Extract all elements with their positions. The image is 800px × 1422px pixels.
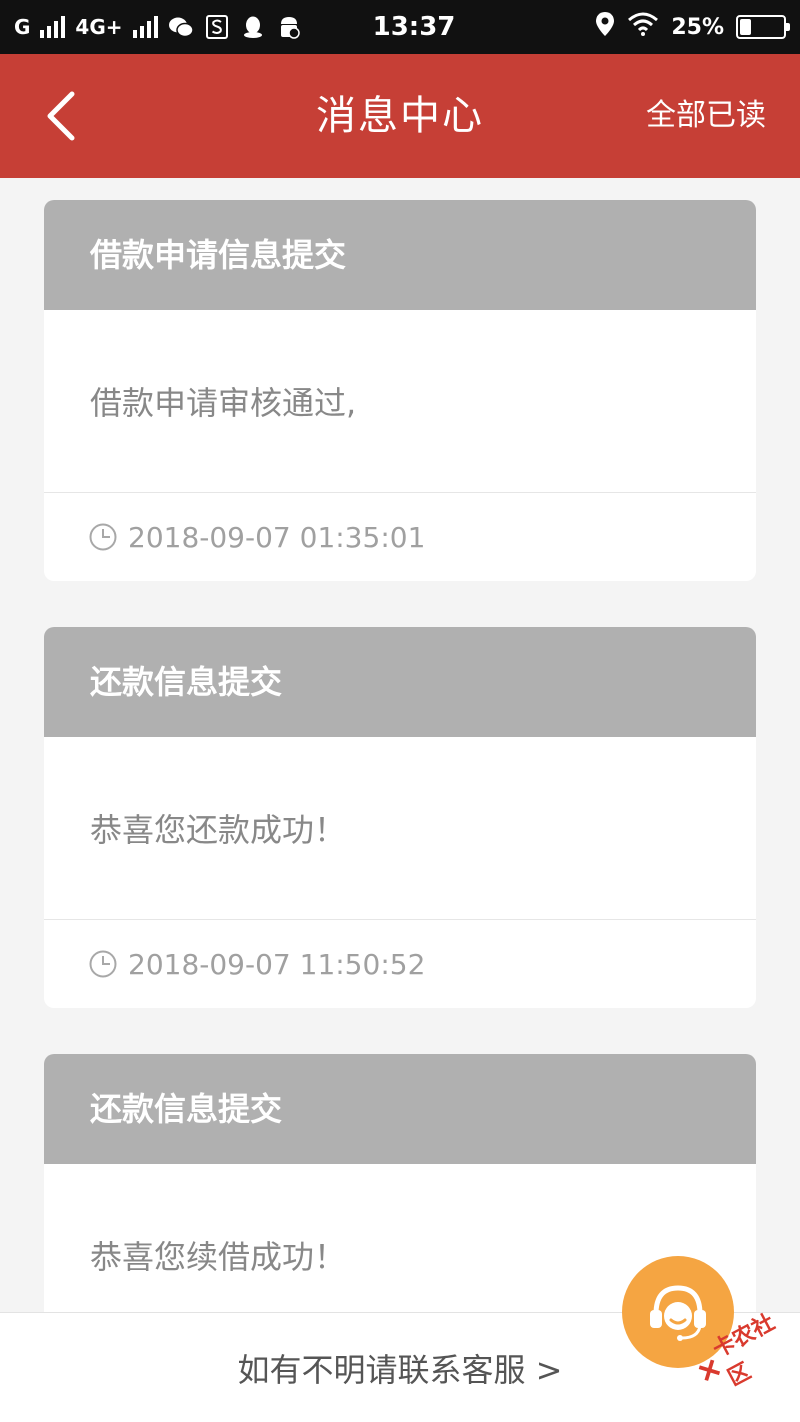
signal-icon	[132, 16, 158, 38]
message-footer: 2018-09-07 11:50:52	[44, 920, 756, 1008]
qq-icon	[240, 14, 266, 40]
message-footer: 2018-09-07 01:35:01	[44, 493, 756, 581]
signal-icon	[40, 16, 66, 38]
message-title: 还款信息提交	[44, 627, 756, 737]
message-body: 恭喜您还款成功！	[44, 737, 756, 920]
app-header: 消息中心 全部已读	[0, 54, 800, 178]
network-4g-label: 4G+	[75, 15, 123, 39]
status-right: 25%	[494, 11, 790, 43]
battery-percent: 25%	[671, 14, 724, 40]
message-card[interactable]: 借款申请信息提交 借款申请审核通过, 2018-09-07 01:35:01	[44, 200, 756, 581]
message-card[interactable]: 还款信息提交 恭喜您还款成功！ 2018-09-07 11:50:52	[44, 627, 756, 1008]
headset-icon	[650, 1285, 706, 1341]
message-center-screen: G 4G+ 13:37 25% 消息中心 全部已读 借款申请信息提交 借款申请审…	[0, 0, 800, 1422]
location-icon	[595, 11, 615, 43]
battery-level-fill	[740, 19, 751, 35]
android-icon	[276, 14, 302, 40]
message-title: 还款信息提交	[44, 1054, 756, 1164]
network-label: G	[14, 15, 31, 39]
mark-all-read-button[interactable]: 全部已读	[646, 54, 766, 178]
clock-icon	[88, 522, 118, 552]
message-title: 借款申请信息提交	[44, 200, 756, 310]
wechat-icon	[168, 14, 194, 40]
battery-icon	[736, 15, 790, 39]
wifi-icon	[627, 12, 659, 42]
message-body: 借款申请审核通过,	[44, 310, 756, 493]
message-timestamp: 2018-09-07 01:35:01	[128, 520, 426, 554]
message-timestamp: 2018-09-07 11:50:52	[128, 947, 426, 981]
status-left: G 4G+	[14, 14, 334, 40]
clock-icon	[88, 949, 118, 979]
chevron-left-icon	[47, 91, 75, 141]
back-button[interactable]	[30, 86, 90, 146]
clock-time: 13:37	[372, 12, 456, 42]
status-bar: G 4G+ 13:37 25%	[0, 0, 800, 54]
s-app-icon	[204, 14, 230, 40]
